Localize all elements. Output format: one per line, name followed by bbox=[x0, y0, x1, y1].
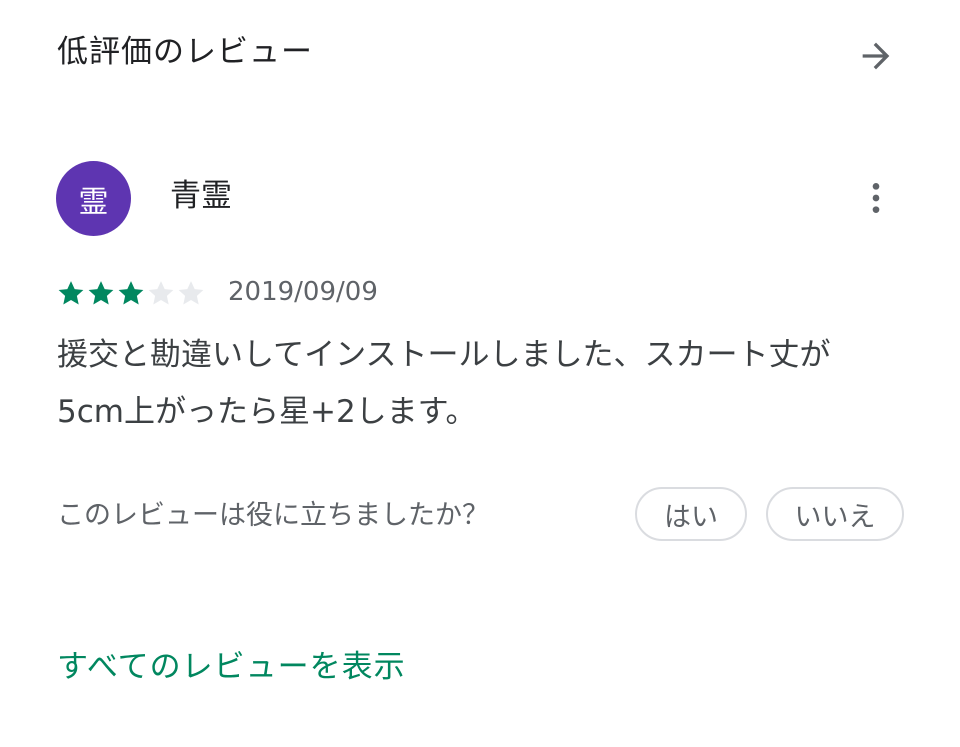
reviewer-name: 青霊 bbox=[170, 178, 232, 214]
star-rating bbox=[56, 278, 206, 308]
helpful-yes-button[interactable]: はい bbox=[635, 487, 747, 541]
arrow-right-icon bbox=[862, 42, 890, 70]
star-empty-icon bbox=[178, 281, 204, 305]
all-reviews-link[interactable]: すべてのレビューを表示 bbox=[57, 645, 406, 689]
review-text-line-1: 援交と勘違いしてインストールしました、スカート丈が bbox=[57, 337, 831, 373]
helpful-prompt: このレビューは役に立ちましたか？ bbox=[57, 500, 489, 531]
avatar-initial: 霊 bbox=[78, 184, 109, 220]
star-filled-icon bbox=[88, 281, 114, 305]
more-vert-icon bbox=[872, 183, 880, 213]
star-filled-icon bbox=[58, 281, 84, 305]
review-date: 2019/09/09 bbox=[228, 277, 378, 307]
avatar: 霊 bbox=[56, 161, 131, 236]
see-more-button[interactable] bbox=[850, 30, 902, 82]
more-options-button[interactable] bbox=[852, 172, 900, 224]
review-text: 援交と勘違いしてインストールしました、スカート丈が 5cm上がったら星+2します… bbox=[57, 327, 907, 441]
section-title: 低評価のレビュー bbox=[57, 34, 313, 70]
star-filled-icon bbox=[118, 281, 144, 305]
star-empty-icon bbox=[148, 281, 174, 305]
review-text-line-2: 5cm上がったら星+2します。 bbox=[57, 394, 477, 430]
helpful-no-button[interactable]: いいえ bbox=[766, 487, 904, 541]
